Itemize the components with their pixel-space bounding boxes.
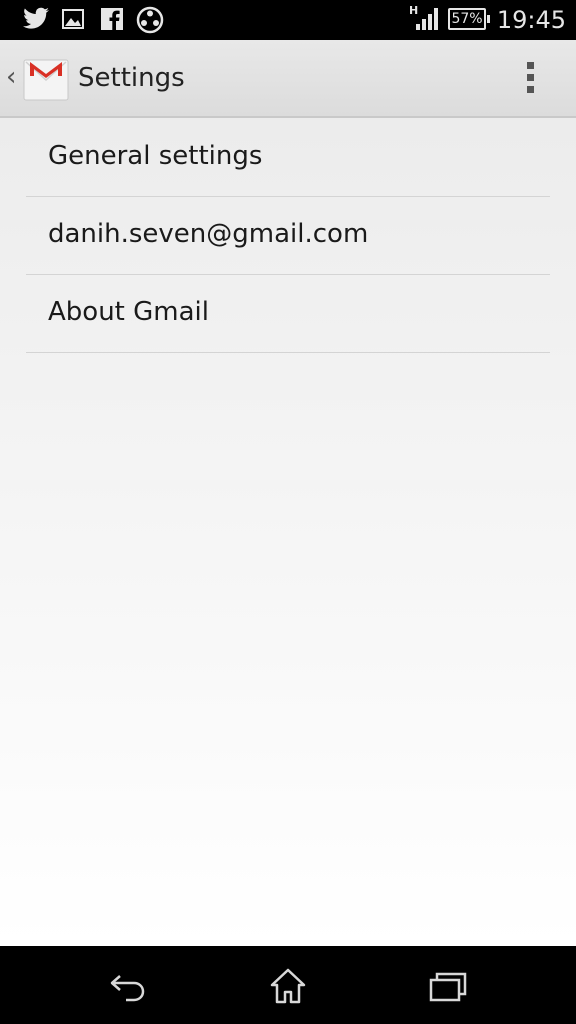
status-time: 19:45	[496, 6, 566, 34]
twitter-icon	[23, 7, 49, 29]
status-bar: H 57% 19:45	[0, 0, 576, 40]
signal-icon	[416, 8, 438, 30]
gmail-icon	[23, 59, 69, 101]
settings-list: General settings danih.seven@gmail.com A…	[0, 118, 576, 946]
navigation-bar	[0, 946, 576, 1024]
settings-item-account[interactable]: danih.seven@gmail.com	[26, 196, 550, 275]
settings-item-about[interactable]: About Gmail	[26, 274, 550, 353]
home-icon[interactable]	[268, 966, 308, 1006]
battery-indicator: 57%	[448, 8, 490, 30]
movie-reel-icon	[136, 6, 164, 34]
list-item-label: About Gmail	[48, 297, 209, 327]
gallery-icon	[62, 9, 84, 29]
chevron-left-icon: ‹	[6, 62, 17, 92]
page-title: Settings	[78, 63, 185, 93]
battery-percent: 57%	[451, 11, 483, 27]
action-bar: ‹ Settings	[0, 40, 576, 118]
back-icon[interactable]	[108, 966, 148, 1006]
overflow-menu-icon[interactable]	[518, 60, 544, 96]
list-item-label: General settings	[48, 141, 263, 171]
recent-apps-icon[interactable]	[428, 966, 468, 1006]
up-navigation-button[interactable]: ‹	[0, 40, 76, 116]
list-item-label: danih.seven@gmail.com	[48, 219, 369, 249]
settings-item-general[interactable]: General settings	[26, 118, 550, 197]
facebook-icon	[101, 8, 123, 30]
